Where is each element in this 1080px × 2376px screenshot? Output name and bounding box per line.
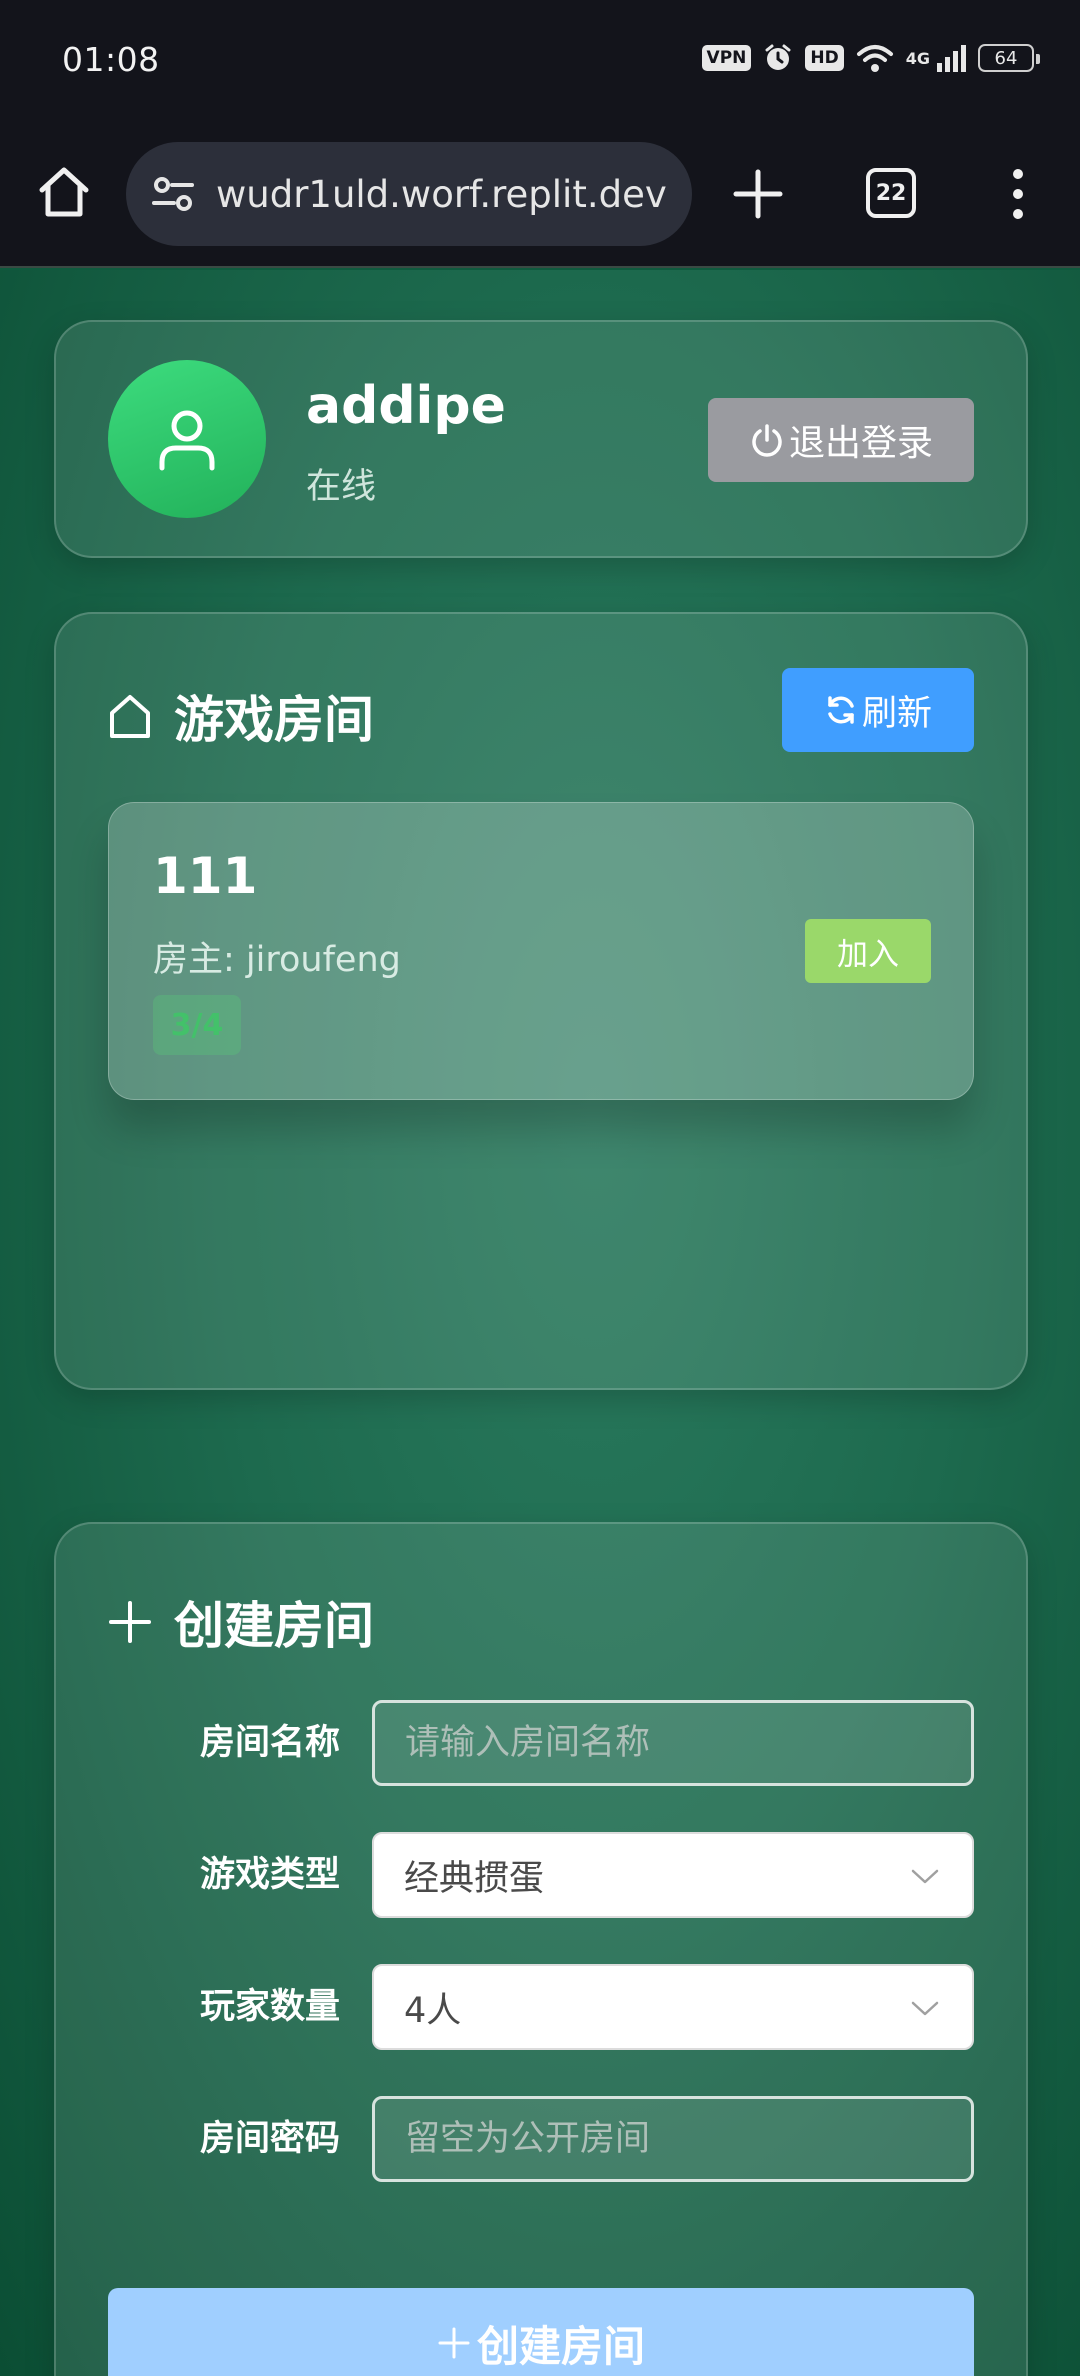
tab-switcher-button[interactable]: 22 xyxy=(866,168,916,218)
network-type-icon: 4G xyxy=(905,48,930,68)
wifi-icon xyxy=(856,45,893,72)
status-time: 01:08 xyxy=(62,40,160,79)
alarm-icon xyxy=(765,44,791,70)
game-type-label: 游戏类型 xyxy=(199,1855,340,1895)
room-name-label: 房间名称 xyxy=(199,1723,340,1763)
player-count-value: 4人 xyxy=(404,1990,462,2031)
signal-icon xyxy=(937,45,966,72)
plus-icon xyxy=(109,1601,151,1643)
user-card: addipe 在线 退出登录 xyxy=(54,320,1028,558)
url-text[interactable]: wudr1uld.worf.replit.dev xyxy=(216,173,667,216)
chevron-down-icon xyxy=(911,2001,939,2016)
status-bar: 01:08 VPN HD 4G 64 xyxy=(0,0,1080,118)
chevron-down-icon xyxy=(911,1869,939,1884)
create-room-card: 创建房间 房间名称 游戏类型 经典掼蛋 玩家数量 4人 xyxy=(54,1522,1028,2376)
room-password-row: 房间密码 xyxy=(56,2096,1030,2182)
battery-level: 64 xyxy=(994,47,1018,69)
site-settings-icon[interactable] xyxy=(146,167,200,221)
power-icon xyxy=(752,424,782,457)
create-section-title: 创建房间 xyxy=(108,1586,374,1658)
refresh-icon xyxy=(828,696,854,724)
battery-icon: 64 xyxy=(978,44,1040,72)
refresh-button[interactable]: 刷新 xyxy=(782,668,974,752)
user-icon xyxy=(159,410,215,471)
player-count-label: 玩家数量 xyxy=(199,1987,340,2027)
plus-icon xyxy=(438,2327,470,2359)
room-owner: 房主: jiroufeng xyxy=(153,940,401,980)
house-icon xyxy=(110,695,150,738)
hd-icon: HD xyxy=(805,45,844,71)
logout-button[interactable]: 退出登录 xyxy=(708,398,974,482)
online-status: 在线 xyxy=(306,467,377,507)
browser-toolbar: wudr1uld.worf.replit.dev 22 xyxy=(0,118,1080,268)
tab-count: 22 xyxy=(875,180,907,206)
player-count-select[interactable]: 4人 xyxy=(372,1964,974,2050)
room-list-item[interactable]: 111 房主: jiroufeng 3/4 加入 xyxy=(108,802,974,1100)
home-icon[interactable] xyxy=(34,162,94,222)
username: addipe xyxy=(306,376,506,436)
address-bar[interactable]: wudr1uld.worf.replit.dev xyxy=(126,142,692,246)
game-type-row: 游戏类型 经典掼蛋 xyxy=(56,1832,1030,1918)
rooms-section-title: 游戏房间 xyxy=(108,680,374,752)
vpn-icon: VPN xyxy=(701,45,752,71)
new-tab-icon[interactable] xyxy=(730,166,786,222)
game-type-value: 经典掼蛋 xyxy=(404,1858,545,1899)
rooms-title-text: 游戏房间 xyxy=(174,691,374,749)
room-name: 111 xyxy=(153,847,258,905)
room-name-row: 房间名称 xyxy=(56,1700,1030,1786)
room-player-count-badge: 3/4 xyxy=(153,995,241,1055)
join-room-button[interactable]: 加入 xyxy=(805,919,931,983)
room-password-label: 房间密码 xyxy=(199,2119,340,2159)
rooms-card: 游戏房间 刷新 111 房主: jiroufeng 3/4 加入 xyxy=(54,612,1028,1390)
room-password-input[interactable] xyxy=(372,2096,974,2182)
create-title-text: 创建房间 xyxy=(174,1597,374,1655)
refresh-label: 刷新 xyxy=(861,693,932,734)
create-room-button-label: 创建房间 xyxy=(476,2321,645,2371)
more-menu-icon[interactable] xyxy=(1000,164,1036,224)
logout-label: 退出登录 xyxy=(788,423,933,464)
player-count-row: 玩家数量 4人 xyxy=(56,1964,1030,2050)
create-room-button[interactable]: 创建房间 xyxy=(108,2288,974,2376)
game-type-select[interactable]: 经典掼蛋 xyxy=(372,1832,974,1918)
avatar xyxy=(108,360,266,518)
room-name-input[interactable] xyxy=(372,1700,974,1786)
status-icons: VPN HD 4G 64 xyxy=(701,40,1040,76)
page-content: addipe 在线 退出登录 游戏房间 刷新 111 房主: jiroufeng… xyxy=(0,270,1080,2376)
